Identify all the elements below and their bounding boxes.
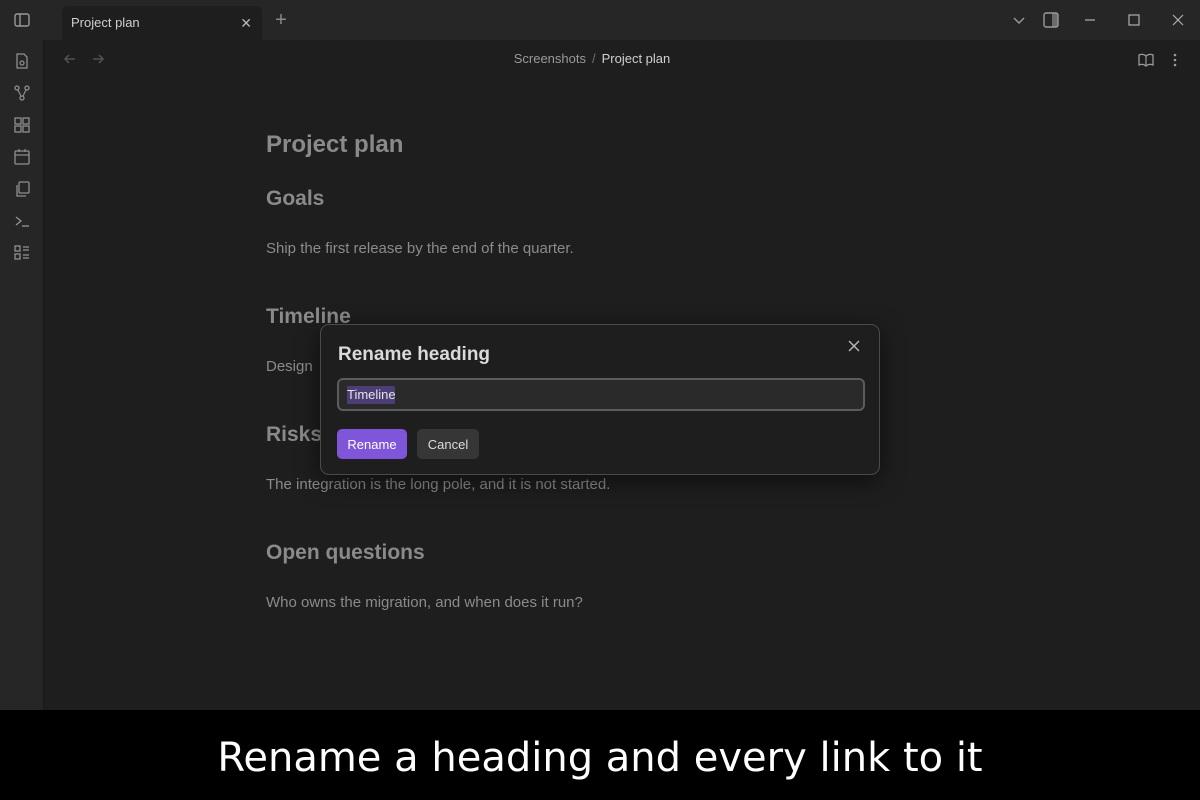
more-options-icon[interactable]	[1166, 51, 1184, 69]
graph-icon[interactable]	[13, 84, 31, 102]
maximize-icon[interactable]	[1125, 11, 1143, 29]
paragraph-goals: Ship the first release by the end of the…	[266, 240, 574, 257]
copy-icon[interactable]	[13, 180, 31, 198]
tab-close-icon[interactable]: ✕	[240, 15, 252, 31]
calendar-icon[interactable]	[13, 148, 31, 166]
chevron-down-icon[interactable]	[1010, 11, 1028, 29]
document-title: Project plan	[266, 131, 404, 158]
rename-button[interactable]: Rename	[337, 429, 407, 459]
reading-view-icon[interactable]	[1137, 51, 1155, 69]
breadcrumb-separator: /	[591, 51, 596, 66]
heading-open-questions: Open questions	[266, 541, 425, 564]
rename-heading-dialog: Rename heading Timeline Rename Cancel	[320, 324, 880, 475]
heading-name-input[interactable]	[337, 378, 865, 411]
close-icon[interactable]	[845, 337, 863, 355]
right-sidebar-icon[interactable]	[1042, 11, 1060, 29]
paragraph-risks: The integration is the long pole, and it…	[266, 476, 611, 493]
breadcrumb: Screenshots / Project plan	[0, 51, 1200, 66]
grid-icon[interactable]	[13, 116, 31, 134]
caption-bar: Rename a heading and every link to it	[0, 710, 1200, 800]
sidebar-toggle-icon[interactable]	[13, 11, 31, 29]
terminal-icon[interactable]	[13, 212, 31, 230]
tab-title: Project plan	[71, 15, 140, 30]
title-bar: Project plan ✕ +	[0, 0, 1200, 40]
heading-goals: Goals	[266, 187, 325, 210]
new-tab-icon[interactable]: +	[272, 10, 290, 30]
list-icon[interactable]	[13, 244, 31, 262]
left-ribbon	[0, 40, 44, 710]
caption-text: Rename a heading and every link to it	[217, 735, 983, 781]
breadcrumb-current[interactable]: Project plan	[602, 51, 671, 66]
dialog-title: Rename heading	[338, 344, 491, 365]
paragraph-timeline: Design	[266, 358, 313, 375]
minimize-icon[interactable]	[1081, 11, 1099, 29]
paragraph-open-questions: Who owns the migration, and when does it…	[266, 594, 583, 611]
heading-risks: Risks	[266, 423, 323, 446]
breadcrumb-folder[interactable]: Screenshots	[514, 51, 586, 66]
heading-name-value: Timeline	[347, 387, 396, 402]
cancel-button[interactable]: Cancel	[417, 429, 479, 459]
close-window-icon[interactable]	[1169, 11, 1187, 29]
tab-project-plan[interactable]: Project plan ✕	[62, 6, 262, 40]
